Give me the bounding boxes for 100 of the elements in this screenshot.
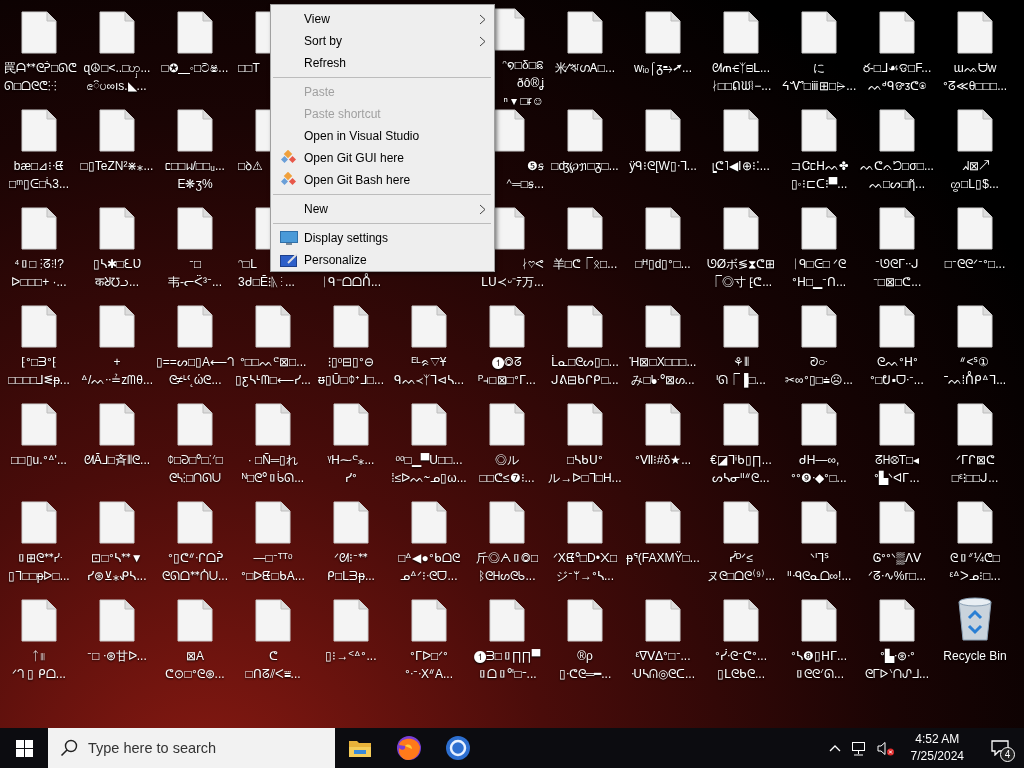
- file-name: 韦-ᓕᑈ³ᐨ...: [168, 274, 222, 291]
- file-icon: [333, 305, 369, 348]
- menu-item[interactable]: Sort by: [271, 30, 494, 52]
- network-icon[interactable]: [850, 740, 867, 756]
- file-name: ᣔ═□ꞩ...: [506, 176, 544, 193]
- file-name: ᘓ▯ᐥ¼ᕦ□: [949, 550, 1001, 567]
- file-icon: [177, 599, 213, 642]
- file-name: ▯ᐧᕦᘓ═━...: [558, 666, 612, 683]
- file-name: ᐤ□ᕞ▪ᗜᐧᐨ...: [870, 372, 924, 389]
- menu-item[interactable]: Open Git GUI here: [271, 147, 494, 169]
- file-name: ◎ル: [495, 452, 519, 469]
- file-name: ❺ꞩ: [527, 158, 544, 175]
- file-name: ᐟᘛ⁝ᐨᕯ: [334, 550, 368, 567]
- file-icon: [99, 501, 135, 544]
- file-name: ᑊᘏ⎾▐□...: [716, 372, 766, 389]
- file-icon: [255, 599, 291, 642]
- clock[interactable]: 4:52 AM 7/25/2024: [904, 731, 970, 765]
- file-icon: [801, 207, 837, 250]
- menu-item[interactable]: View: [271, 8, 494, 30]
- file-icon: [723, 599, 759, 642]
- file-name: ⚘⦀: [733, 354, 749, 371]
- file-icon: [801, 599, 837, 642]
- file-icon: [99, 305, 135, 348]
- file-icon: [411, 305, 447, 348]
- file-name: □□T: [238, 60, 260, 77]
- menu-item[interactable]: Refresh: [271, 52, 494, 74]
- windows-logo-icon: [15, 739, 33, 757]
- file-icon: [567, 11, 603, 54]
- file-name: □ᐨᘓᘓᐟᐨᐤ□...: [944, 256, 1006, 273]
- file-icon: [21, 305, 57, 348]
- file-icon: [567, 599, 603, 642]
- menu-item[interactable]: Display settings: [271, 227, 494, 249]
- file-icon: [723, 109, 759, 152]
- notification-icon[interactable]: [991, 740, 1009, 756]
- file-name: ᖽ⊠↗: [961, 158, 989, 175]
- file-name: ᨓᕦᨊᘤ□σ□...: [860, 158, 934, 175]
- chevron-up-icon[interactable]: [828, 744, 841, 752]
- file-name: ⊡□ᐤᓴᕯ▼: [91, 550, 143, 567]
- file-icon: [645, 207, 681, 250]
- file-name: □ʤ℘ᥟ□ᵹ□...: [551, 158, 619, 175]
- menu-item[interactable]: Open Git Bash here: [271, 169, 494, 191]
- file-name: Ἡ⊠□X□□□...: [629, 354, 697, 371]
- file-name: ᐠᑊᒣᔆ: [809, 550, 829, 567]
- file-name: ᛒᘓᕼᔕᘓᑲ...: [478, 568, 536, 585]
- ring-icon[interactable]: [444, 735, 471, 761]
- search-field[interactable]: Type here to search: [48, 728, 335, 768]
- file-name: コᏣᥴᕼᨓ✤: [790, 158, 848, 175]
- file-name: ▯ƹᓴᒻᗰ□⟵ᓯ...: [235, 372, 311, 389]
- file-name: ၕ៝ပ∞ıs.◣...: [87, 78, 147, 95]
- file-icon: [801, 305, 837, 348]
- file-name: ⎾◎寸 ⁅ᕦ...: [709, 274, 773, 291]
- file-icon: [723, 207, 759, 250]
- file-name: ᘓᓴ⁝□ᑎᘏᑌ: [168, 470, 222, 487]
- file-icon: [21, 109, 57, 152]
- file-name: ᐤ□ᐅᘀ□ᑲA...: [241, 568, 305, 585]
- menu-item[interactable]: New: [271, 198, 494, 220]
- file-icon: [177, 207, 213, 250]
- file-name: bæ□⊿⁝ᐧᘀ: [13, 158, 65, 175]
- file-name: ᓯ⊛⊻⁎ᕵᓴ...: [87, 568, 147, 585]
- file-name: ᐤᓴ❽▯ᕼᒥ...: [791, 648, 847, 665]
- file-icon: [645, 11, 681, 54]
- file-icon: [567, 403, 603, 446]
- file-name: ర-□ᒧ☙ଡ□F...: [862, 60, 932, 77]
- file-icon: [411, 599, 447, 642]
- file-name: ᕦ: [268, 648, 278, 665]
- folder-icon[interactable]: [347, 738, 372, 758]
- speaker-muted-icon[interactable]: [876, 740, 895, 756]
- file-name: □□ᕦ≤❼⁝...: [479, 470, 535, 487]
- file-icon: [879, 11, 915, 54]
- file-name: □ᓴᑲᑌᐤ: [566, 452, 604, 469]
- file-name: ⁻ᨓ⁞ᑍᑭᐞᒣ...: [943, 371, 1007, 389]
- file-name: み□ᖲᐧᐤ⊠ᔕ...: [631, 372, 695, 389]
- file-icon: [333, 403, 369, 446]
- file-name: ᐤ□□ᨓᕪ⊠□...: [239, 354, 307, 371]
- menu-item[interactable]: Personalize: [271, 249, 494, 271]
- file-name: ▯ᓴ✱□ᘍƲ: [92, 256, 142, 273]
- file-name: ▯⊞ᘓᕯᓯᐧ: [15, 550, 63, 567]
- file-name: ᵽᕐ(FAXMŸ□...: [626, 550, 700, 567]
- fox-globe-icon[interactable]: [395, 735, 422, 761]
- file-name: Ꮆᐤᐤᐠ▒ᐱᐯ: [873, 550, 921, 567]
- file-name: ᕦ⊙□ᐤᘓ⊛...: [165, 666, 225, 683]
- file-name: 羊□ᕦ⎾ᛟ□...: [552, 256, 618, 273]
- file-icon: [21, 501, 57, 544]
- file-name: □▯TeZN²⋇⁎...: [80, 158, 154, 175]
- file-icon: [801, 109, 837, 152]
- file-name: ❶◎ᘔ: [492, 354, 522, 371]
- file-name: ᐟᘃ ▯ ᑭᗝ...: [12, 666, 66, 683]
- file-name: ᓄᐞᐟ⁝ᐧᘓᗜ...: [400, 568, 458, 585]
- file-name: Recycle Bin: [943, 648, 1007, 665]
- file-name: ᑭ□ᒪᗱᵽ...: [327, 568, 375, 585]
- notification-badge: 4: [1000, 747, 1015, 762]
- file-name: □ᐞ◀●ᐤᑲᗝᘓ: [398, 550, 460, 567]
- file-name: ᨓ□ᔕ□ῆ...: [868, 176, 926, 193]
- recycle-bin-icon: [955, 596, 995, 642]
- file-name: ᘓᘏᗝᕯᑍᑌ...: [162, 568, 228, 585]
- menu-item[interactable]: Open in Visual Studio: [271, 125, 494, 147]
- file-icon: [411, 501, 447, 544]
- file-name: ɋ☮□<..□ၯ...: [83, 59, 151, 77]
- file-name: ᴾ⫞□⊠□ᐤᒥ...: [478, 372, 536, 389]
- file-name: ᑗᓴᕬ◎ᘓᑕ...: [631, 666, 695, 683]
